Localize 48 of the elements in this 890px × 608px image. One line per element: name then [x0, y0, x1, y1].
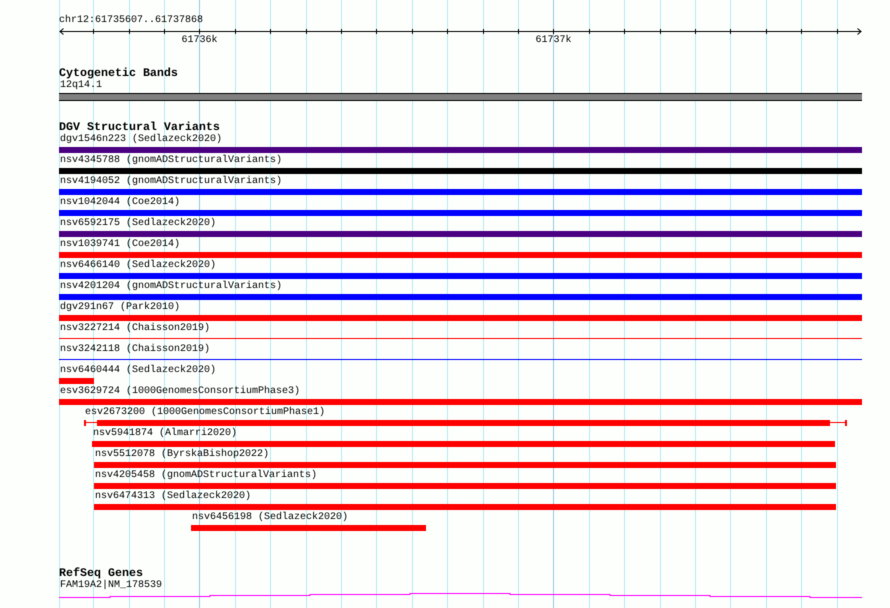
feature-label: esv2673200 (1000GenomesConsortiumPhase1)	[85, 407, 326, 419]
variant-bar[interactable]	[59, 378, 94, 384]
variant-line[interactable]	[59, 338, 862, 339]
feature-label: dgv1546n223 (Sedlazeck2020)	[60, 134, 222, 146]
variant-bar[interactable]	[59, 147, 862, 153]
variant-bar[interactable]	[59, 294, 862, 300]
feature-label: nsv6474313 (Sedlazeck2020)	[95, 491, 252, 503]
feature-label: nsv3227214 (Chaisson2019)	[60, 323, 210, 335]
variant-bar[interactable]	[94, 483, 836, 489]
location-label: chr12:61735607..61737868	[59, 15, 204, 27]
variant-bar[interactable]	[92, 441, 835, 447]
gene-label: FAM19A2|NM_178539	[60, 580, 162, 592]
ruler-tick-label: 61737k	[536, 35, 572, 47]
feature-label: nsv1042044 (Coe2014)	[60, 197, 180, 209]
feature-label: nsv4201204 (gnomADStructuralVariants)	[60, 281, 282, 293]
feature-label: esv3629724 (1000GenomesConsortiumPhase3)	[60, 386, 300, 398]
variant-bar[interactable]	[59, 231, 862, 237]
feature-label: nsv5512078 (ByrskaBishop2022)	[95, 449, 270, 461]
gene-line[interactable]	[59, 593, 862, 598]
variant-bar[interactable]	[59, 252, 862, 258]
feature-label: nsv6460444 (Sedlazeck2020)	[60, 365, 216, 377]
variant-bar[interactable]	[59, 210, 862, 216]
variant-bar[interactable]	[59, 273, 862, 279]
cytoband-bar[interactable]	[59, 93, 862, 101]
feature-label: nsv6466140 (Sedlazeck2020)	[60, 260, 216, 272]
track-title: Cytogenetic Bands	[59, 67, 178, 80]
track-title: DGV Structural Variants	[59, 121, 220, 134]
feature-label: nsv3242118 (Chaisson2019)	[60, 344, 210, 356]
variant-bar[interactable]	[59, 315, 862, 321]
feature-label: nsv5941874 (Almarri2020)	[93, 428, 238, 440]
feature-label: nsv4205458 (gnomADStructuralVariants)	[95, 470, 318, 482]
variant-bar[interactable]	[59, 168, 862, 174]
feature-label: nsv4345788 (gnomADStructuralVariants)	[60, 155, 282, 167]
ruler-tick-label: 61736k	[182, 35, 218, 47]
variant-bar[interactable]	[59, 189, 862, 195]
feature-label: nsv6456198 (Sedlazeck2020)	[192, 512, 348, 524]
variant-range-drawing[interactable]	[84, 420, 849, 426]
variant-bar[interactable]	[191, 525, 426, 531]
variant-bar[interactable]	[94, 504, 836, 510]
feature-label: nsv6592175 (Sedlazeck2020)	[60, 218, 216, 230]
band-label: 12q14.1	[60, 80, 102, 92]
feature-label: dgv291n67 (Park2010)	[60, 302, 180, 314]
variant-bar[interactable]	[59, 399, 862, 405]
track-title: RefSeq Genes	[59, 567, 143, 580]
feature-label: nsv4194052 (gnomADStructuralVariants)	[60, 176, 282, 188]
variant-line[interactable]	[59, 359, 862, 360]
feature-label: nsv1039741 (Coe2014)	[60, 239, 180, 251]
variant-bar[interactable]	[94, 462, 836, 468]
